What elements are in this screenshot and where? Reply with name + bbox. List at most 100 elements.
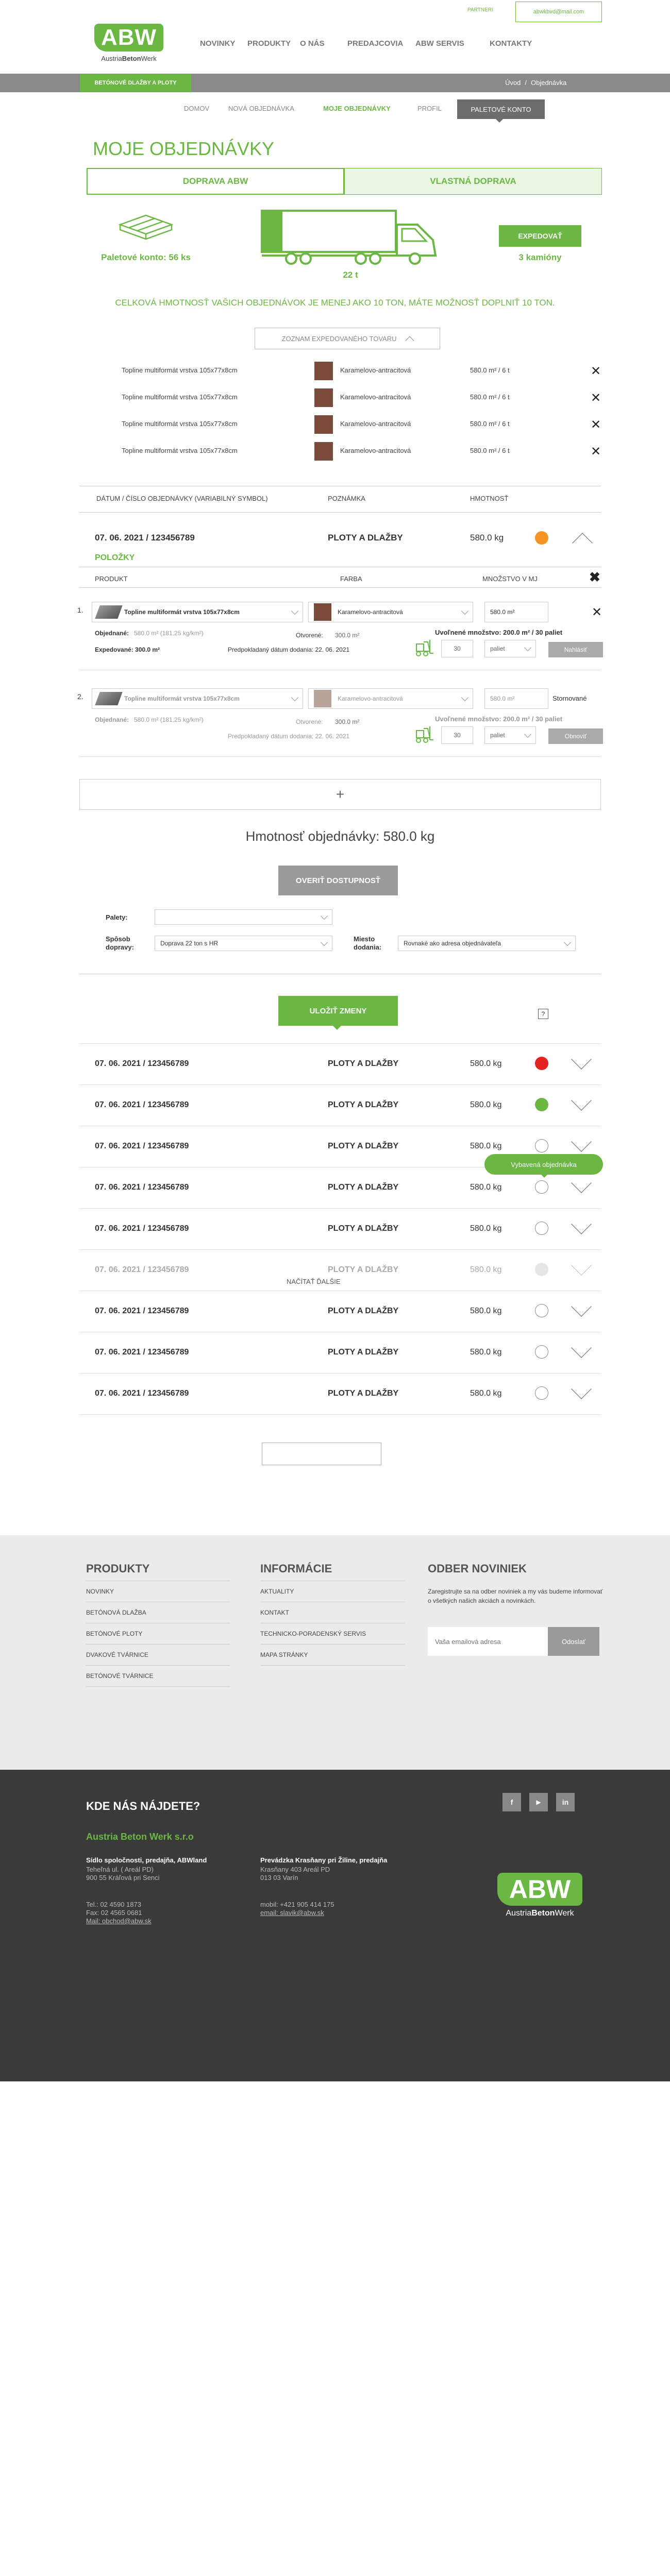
partners-link[interactable]: PARTNERI (467, 7, 493, 13)
unit-select[interactable]: paliet (484, 726, 536, 744)
pallets-input[interactable]: 30 (441, 726, 473, 744)
product-select[interactable]: Topline multiformát vrstva 105x77x8cm (92, 688, 303, 709)
tab-own-transport[interactable]: VLASTNÁ DOPRAVA (344, 168, 602, 195)
contact2-email[interactable]: email: slavik@abw.sk (260, 1909, 334, 1917)
delivery-place-select[interactable]: Rovnaké ako adresa objednávateľa (398, 936, 576, 951)
check-availability-button[interactable]: OVERIŤ DOSTUPNOSŤ (278, 866, 398, 895)
order-row[interactable]: 07. 06. 2021 / 123456789 PLOTY A DLAŽBY 58… (79, 1043, 601, 1084)
chevron-down-icon (571, 1131, 592, 1152)
nav-o-nas[interactable]: O NÁS (300, 39, 347, 48)
footer-products-link[interactable]: BETÓNOVÉ TVÁRNICE (86, 1666, 230, 1687)
help-icon[interactable]: ? (538, 1009, 548, 1019)
expand-order-button[interactable] (571, 1173, 592, 1193)
delivery-date: Predpokladaný dátum dodania: 22. 06. 202… (228, 646, 350, 653)
abw-logo[interactable]: ABW AustriaBetonWerk (94, 24, 163, 65)
expand-order-button[interactable] (571, 1379, 592, 1399)
header-email-link[interactable]: abwkbvd@mail.com (515, 2, 602, 22)
expedited-item-qty: 580.0 m² / 6 t (470, 393, 510, 401)
status-dot (535, 1139, 548, 1153)
expand-order-button[interactable] (571, 1049, 592, 1070)
order-row[interactable]: 07. 06. 2021 / 123456789 PLOTY A DLAŽBY 58… (79, 1084, 601, 1126)
footer-info-link[interactable]: MAPA STRÁNKY (260, 1645, 405, 1666)
nav-novinky[interactable]: NOVINKY (200, 39, 247, 48)
remove-icon[interactable]: ✕ (591, 444, 601, 459)
chevron-down-icon (291, 607, 299, 615)
remove-item-icon[interactable]: ✕ (592, 605, 602, 620)
category-badge[interactable]: BETÓNOVÉ DLAŽBY A PLOTY (80, 74, 191, 92)
nav-predajcovia[interactable]: PREDAJCOVIA (347, 39, 415, 48)
weight-notice: CELKOVÁ HMOTNOSŤ VAŠICH OBJEDNÁVOK JE ME… (115, 298, 555, 308)
chevron-down-icon (571, 1214, 592, 1234)
order-item: 1. Topline multiformát vrstva 105x77x8cm K… (77, 598, 603, 675)
footer-info-link[interactable]: KONTAKT (260, 1602, 405, 1623)
forklift-icon (413, 639, 434, 657)
order-row[interactable]: 07. 06. 2021 / 123456789 PLOTY A DLAŽBY 58… (79, 1373, 601, 1414)
quantity-input[interactable]: 580.0 m² (484, 688, 548, 709)
add-item-button[interactable]: + (79, 779, 601, 810)
nav-kontakty[interactable]: KONTAKTY (490, 39, 546, 48)
expand-order-button[interactable] (571, 1255, 592, 1276)
footer-info-link[interactable]: TECHNICKO-PORADENSKÝ SERVIS (260, 1623, 405, 1645)
subnav-new-order[interactable]: NOVÁ OBJEDNÁVKA (228, 105, 294, 112)
expedite-button[interactable]: EXPEDOVAŤ (499, 225, 581, 247)
order-row[interactable]: 07. 06. 2021 / 123456789 PLOTY A DLAŽBY 58… (79, 1332, 601, 1373)
chevron-down-icon (320, 938, 328, 946)
expedited-item-name: Topline multiformát vrstva 105x77x8cm (122, 393, 238, 401)
expedited-item-qty: 580.0 m² / 6 t (470, 420, 510, 428)
item-action-button[interactable]: Nahlásiť (548, 642, 603, 657)
quantity-input[interactable]: 580.0 m² (484, 602, 548, 622)
expand-order-button[interactable] (571, 1296, 592, 1317)
footer-abw-logo[interactable]: ABW AustriaBetonWerk (497, 1873, 582, 1922)
newsletter-email-input[interactable] (428, 1627, 548, 1656)
subnav-profile[interactable]: PROFIL (417, 105, 442, 112)
subnav-home[interactable]: DOMOV (184, 105, 209, 112)
expand-order-button[interactable] (571, 1131, 592, 1152)
remove-icon[interactable]: ✕ (591, 391, 601, 405)
save-changes-button[interactable]: ULOŽIŤ ZMENY (278, 996, 398, 1026)
remove-icon[interactable]: ✕ (591, 417, 601, 432)
newsletter-submit-button[interactable]: Odoslať (548, 1627, 599, 1656)
youtube-icon[interactable]: ▶ (529, 1793, 548, 1811)
tab-abw-transport[interactable]: DOPRAVA ABW (87, 168, 344, 195)
product-select[interactable]: Topline multiformát vrstva 105x77x8cm (92, 602, 303, 622)
transport-select[interactable]: Doprava 22 ton s HR (155, 936, 332, 951)
subnav-pallet-account[interactable]: PALETOVÉ KONTO (457, 99, 545, 119)
logo-mark: ABW (94, 24, 163, 52)
unit-select[interactable]: paliet (484, 640, 536, 657)
nav-abw-servis[interactable]: ABW SERVIS (415, 39, 490, 48)
footer-products-link[interactable]: NOVINKY (86, 1581, 230, 1602)
expedited-item-name: Topline multiformát vrstva 105x77x8cm (122, 366, 238, 374)
pagination-box[interactable] (262, 1443, 381, 1465)
order-id: 07. 06. 2021 / 123456789 (95, 1224, 189, 1233)
pallets-input[interactable]: 30 (441, 640, 473, 657)
remove-icon[interactable]: ✕ (591, 364, 601, 379)
subnav-my-orders[interactable]: MOJE OBJEDNÁVKY (323, 105, 391, 112)
color-select[interactable]: Karamelovo-antracitová (308, 602, 473, 622)
order-row[interactable]: 07. 06. 2021 / 123456789 PLOTY A DLAŽBY 58… (79, 1291, 601, 1332)
expand-order-button[interactable] (571, 1090, 592, 1111)
pallets-select[interactable] (155, 909, 332, 925)
linkedin-icon[interactable]: in (556, 1793, 575, 1811)
order-weight: 580.0 kg (470, 1059, 502, 1068)
expand-order-button[interactable] (571, 1337, 592, 1358)
footer-products-link[interactable]: BETÓNOVÁ DLAŽBA (86, 1602, 230, 1623)
order-id: 07. 06. 2021 / 123456789 (95, 1059, 189, 1068)
facebook-icon[interactable]: f (502, 1793, 521, 1811)
item-action-button[interactable]: Obnoviť (548, 728, 603, 744)
order-note: PLOTY A DLAŽBY (328, 1059, 399, 1068)
chevron-down-icon (461, 693, 469, 701)
status-dot (535, 1386, 548, 1400)
close-icon[interactable]: ✖ (589, 570, 600, 584)
contact1-mail[interactable]: Mail: obchod@abw.sk (86, 1917, 152, 1925)
expand-order-button[interactable] (571, 1214, 592, 1234)
order-row[interactable]: 07. 06. 2021 / 123456789 PLOTY A DLAŽBY 58… (79, 1208, 601, 1249)
footer-info-link[interactable]: AKTUALITY (260, 1581, 405, 1602)
color-select[interactable]: Karamelovo-antracitová (308, 688, 473, 709)
breadcrumb-home[interactable]: Úvod (505, 79, 521, 87)
collapse-order-button[interactable] (572, 533, 593, 553)
expedited-goods-dropdown[interactable]: ZOZNAM EXPEDOVANÉHO TOVARU (255, 328, 440, 349)
footer-products-link[interactable]: DVAKOVÉ TVÁRNICE (86, 1645, 230, 1666)
load-more-link[interactable]: NAČÍTAŤ ĎALŠIE (287, 1278, 341, 1285)
nav-produkty[interactable]: PRODUKTY (247, 39, 300, 48)
footer-products-link[interactable]: BETÓNOVÉ PLOTY (86, 1623, 230, 1645)
